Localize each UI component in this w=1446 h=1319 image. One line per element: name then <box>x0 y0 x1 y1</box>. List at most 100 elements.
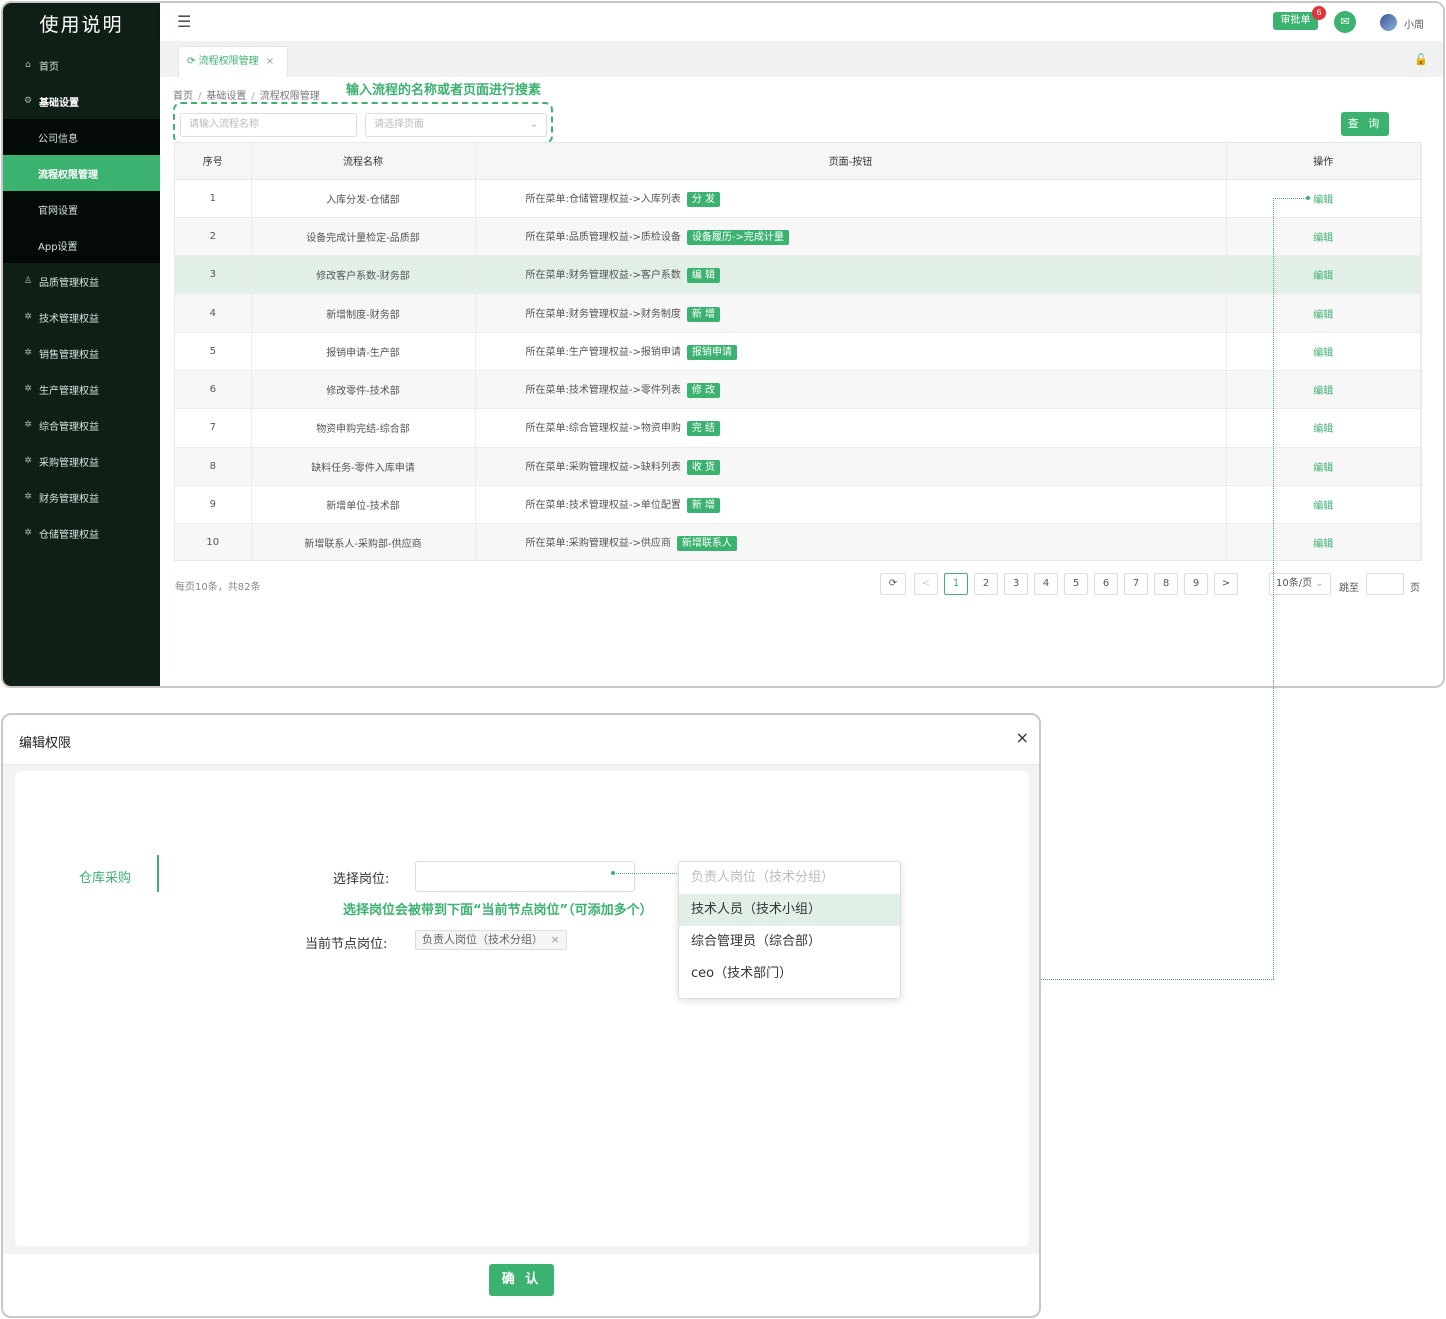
tab-flow-permission[interactable]: ⟳ 流程权限管理 × <box>178 46 288 77</box>
page-button[interactable]: 3 <box>1004 573 1028 595</box>
breadcrumb-current: 流程权限管理 <box>259 91 320 102</box>
edit-link[interactable]: 编辑 <box>1313 310 1333 321</box>
sidebar-item-general[interactable]: ✲ 综合管理权益 <box>3 407 160 443</box>
sidebar-item-label: 销售管理权益 <box>39 349 99 361</box>
query-button[interactable]: 查 询 <box>1341 112 1389 136</box>
cell-no: 9 <box>175 485 252 525</box>
table-row: 4 新增制度-财务部 所在菜单:财务管理权益->财务制度新 增编辑 <box>175 293 1421 333</box>
sidebar-item-flow-permission[interactable]: 流程权限管理 <box>3 155 160 191</box>
dropdown-option[interactable]: ceo（技术部门） <box>679 958 900 990</box>
page-button[interactable]: 2 <box>974 573 998 595</box>
sidebar-item-storage[interactable]: ✲ 仓储管理权益 <box>3 515 160 551</box>
confirm-button[interactable]: 确 认 <box>489 1264 554 1296</box>
page-select[interactable]: 请选择页面 ⌄ <box>365 113 547 137</box>
menu-path: 所在菜单:综合管理权益->物资申购 <box>525 423 681 435</box>
sidebar-item-label: 生产管理权益 <box>39 385 99 397</box>
sidebar-item-sales[interactable]: ✲ 销售管理权益 <box>3 335 160 371</box>
modal-body: 仓库采购 选择岗位: 选择岗位会被带到下面“当前节点岗位”（可添加多个） 当前节… <box>3 765 1039 1254</box>
edit-link[interactable]: 编辑 <box>1313 463 1333 474</box>
dropdown-option[interactable]: 技术人员（技术小组） <box>679 894 900 926</box>
button-tag: 完 结 <box>686 421 721 437</box>
table-row: 10 新增联系人-采购部-供应商 所在菜单:采购管理权益->供应商 新增联系人 编辑 <box>175 523 1421 560</box>
sidebar-item-purchase[interactable]: ✲ 采购管理权益 <box>3 443 160 479</box>
edit-link[interactable]: 编辑 <box>1313 539 1333 550</box>
page-size-select[interactable]: 10条/页 ⌄ <box>1269 573 1331 595</box>
sidebar-item-tech[interactable]: ✲ 技术管理权益 <box>3 299 160 335</box>
sidebar-item-label: 财务管理权益 <box>39 493 99 505</box>
cell-flow-name: 修改客户系数-财务部 <box>251 255 476 295</box>
close-icon[interactable]: × <box>1016 728 1029 747</box>
cell-flow-name: 新增联系人-采购部-供应商 <box>251 523 476 560</box>
annotation-line <box>1273 198 1274 979</box>
table-row: 5 报销申请-生产部 所在菜单:生产管理权益->报销申请 报销申请 编辑 <box>175 332 1421 371</box>
edit-link[interactable]: 编辑 <box>1313 424 1333 435</box>
page-button[interactable]: 1 <box>944 573 968 595</box>
edit-link[interactable]: 编辑 <box>1313 348 1333 359</box>
sidebar-item-label: 官网设置 <box>38 205 78 217</box>
sidebar-item-home[interactable]: ⌂ 首页 <box>3 47 160 83</box>
sidebar-item-website-settings[interactable]: 官网设置 <box>3 191 160 227</box>
menu-path: 所在菜单:技术管理权益->单位配置 <box>525 500 681 512</box>
close-icon[interactable]: × <box>551 933 560 946</box>
position-select[interactable] <box>415 861 635 892</box>
lock-icon[interactable]: 🔓 <box>1414 53 1428 66</box>
jump-page-input[interactable] <box>1366 573 1404 595</box>
cell-flow-name: 缺料任务-零件入库申请 <box>251 447 476 486</box>
menu-path: 所在菜单:财务管理权益->客户系数 <box>525 270 681 282</box>
edit-link[interactable]: 编辑 <box>1313 501 1333 512</box>
cell-no: 1 <box>175 179 252 218</box>
asterisk-icon: ✲ <box>24 456 32 466</box>
page-button[interactable]: 8 <box>1154 573 1178 595</box>
edit-permission-modal: 编辑权限 × 仓库采购 选择岗位: 选择岗位会被带到下面“当前节点岗位”（可添加… <box>1 713 1041 1318</box>
prev-page-button[interactable]: < <box>914 573 938 595</box>
close-icon[interactable]: × <box>266 56 274 67</box>
edit-link[interactable]: 编辑 <box>1313 386 1333 397</box>
mail-icon[interactable]: ✉ <box>1334 11 1356 33</box>
table-row: 3 修改客户系数-财务部 所在菜单:财务管理权益->客户系数编 辑编辑 <box>175 255 1421 295</box>
home-icon: ⌂ <box>25 60 31 70</box>
sidebar-item-company-info[interactable]: 公司信息 <box>3 119 160 155</box>
sidebar-item-app-settings[interactable]: App设置 <box>3 227 160 263</box>
tab-label: 流程权限管理 <box>198 56 259 67</box>
tab-warehouse-purchase[interactable]: 仓库采购 <box>79 867 131 886</box>
user-name[interactable]: 小周 <box>1404 16 1424 31</box>
sidebar-item-label: App设置 <box>38 241 78 253</box>
cell-no: 7 <box>175 408 252 448</box>
flow-name-input[interactable]: 请输入流程名称 <box>180 113 357 137</box>
cell-action: 编辑 <box>1226 370 1421 410</box>
page-button[interactable]: 4 <box>1034 573 1058 595</box>
page-button[interactable]: 7 <box>1124 573 1148 595</box>
page-button[interactable]: 9 <box>1184 573 1208 595</box>
menu-path: 所在菜单:技术管理权益->零件列表 <box>525 385 681 397</box>
cell-no: 10 <box>175 523 252 560</box>
edit-link[interactable]: 编辑 <box>1313 271 1333 282</box>
refresh-icon[interactable]: ⟳ <box>880 573 906 595</box>
next-page-button[interactable]: > <box>1214 573 1238 595</box>
sidebar-item-quality[interactable]: ♙ 品质管理权益 <box>3 263 160 299</box>
page-select-placeholder: 请选择页面 <box>374 119 424 130</box>
brand-title: 使用说明 <box>39 14 124 36</box>
cell-action: 编辑 <box>1226 255 1421 295</box>
menu-path: 所在菜单:采购管理权益->缺料列表 <box>525 461 681 473</box>
edit-link[interactable]: 编辑 <box>1313 195 1333 206</box>
page-button[interactable]: 6 <box>1094 573 1118 595</box>
current-node-label: 当前节点岗位: <box>305 937 388 952</box>
menu-collapse-icon[interactable]: ☰ <box>177 12 191 31</box>
dropdown-option[interactable]: 综合管理员（综合部） <box>679 926 900 958</box>
avatar[interactable] <box>1380 14 1397 31</box>
sidebar-item-label: 采购管理权益 <box>39 457 99 469</box>
table-row: 2 设备完成计量检定-品质部 所在菜单:品质管理权益->质检设备 设备履历->完成计量… <box>175 217 1421 257</box>
cell-no: 3 <box>175 255 252 295</box>
cell-page-button: 所在菜单:采购管理权益->缺料列表收 货 <box>475 447 1227 486</box>
sidebar-item-production[interactable]: ✲ 生产管理权益 <box>3 371 160 407</box>
edit-link[interactable]: 编辑 <box>1313 233 1333 244</box>
menu-path: 所在菜单:财务管理权益->财务制度 <box>525 308 681 320</box>
breadcrumb-basic[interactable]: 基础设置 <box>206 91 246 102</box>
breadcrumb-home[interactable]: 首页 <box>173 91 193 102</box>
asterisk-icon: ✲ <box>24 348 32 358</box>
sidebar-item-basic-settings[interactable]: ⚙ 基础设置 <box>3 83 160 119</box>
page-button[interactable]: 5 <box>1064 573 1088 595</box>
sidebar-item-finance[interactable]: ✲ 财务管理权益 <box>3 479 160 515</box>
cell-no: 5 <box>175 332 252 371</box>
button-tag: 设备履历->完成计量 <box>686 229 789 245</box>
